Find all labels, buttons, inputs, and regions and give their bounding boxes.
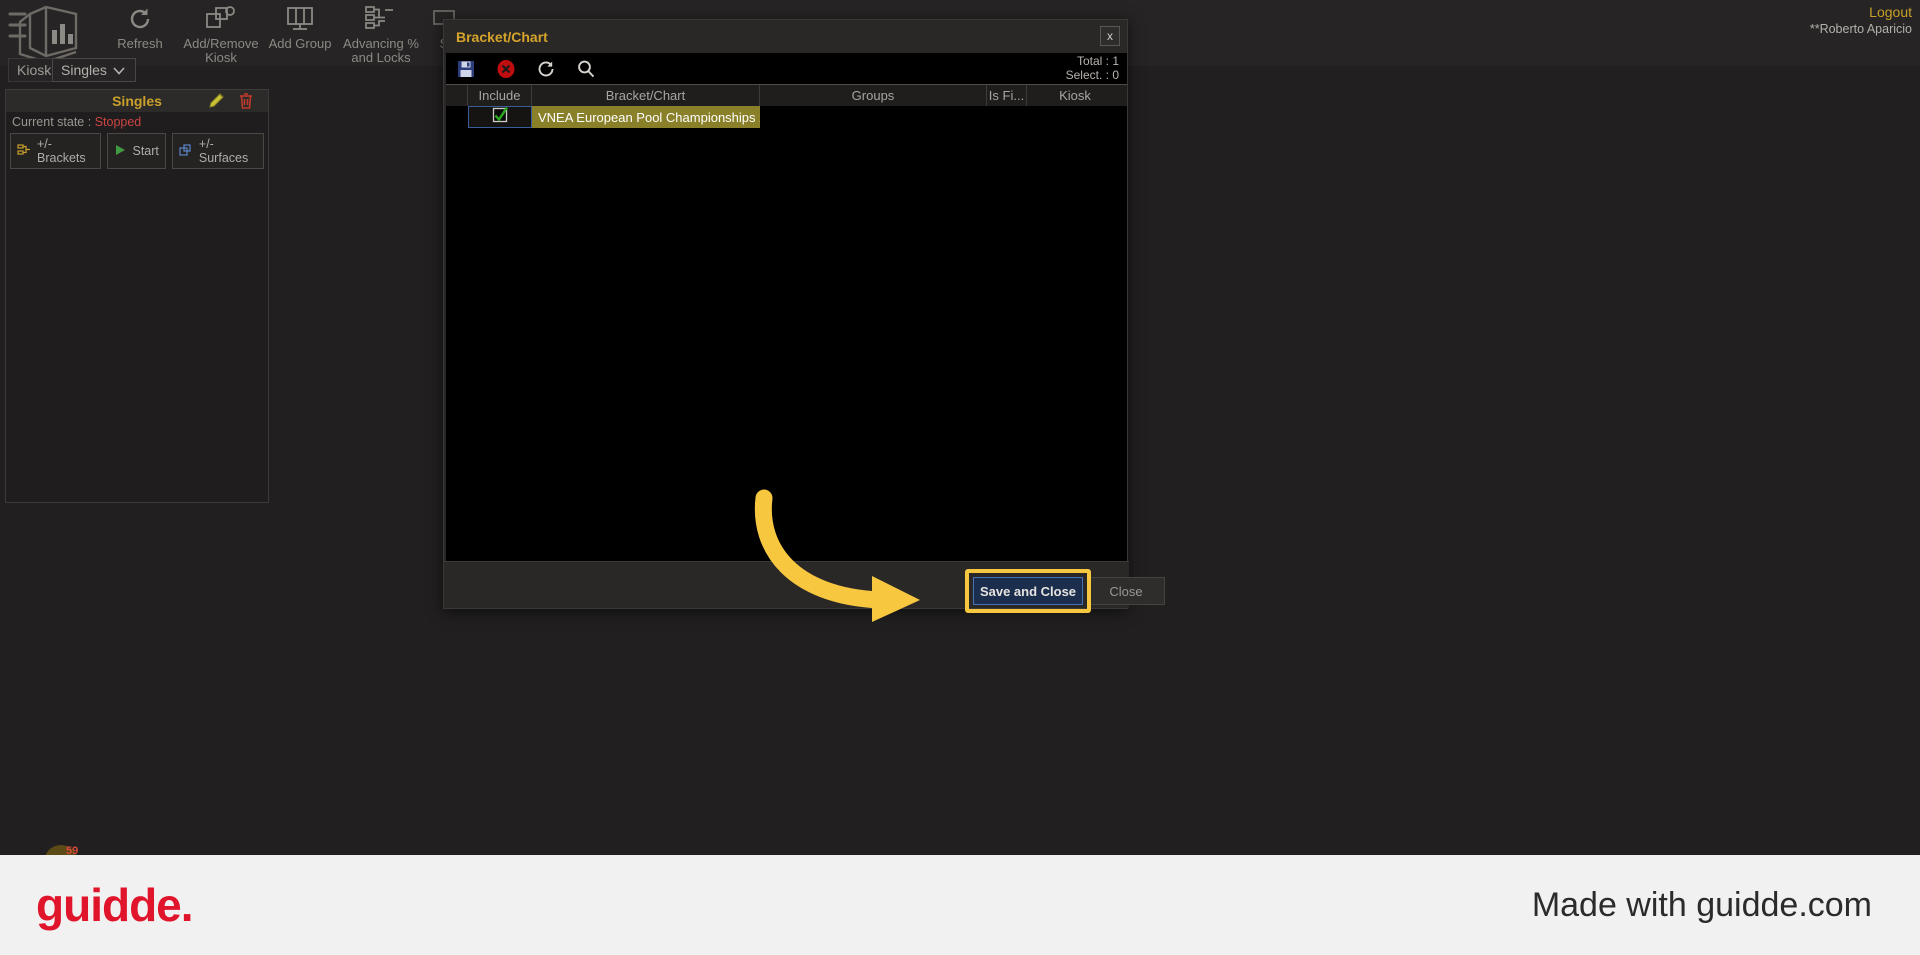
surfaces-icon bbox=[179, 143, 193, 159]
play-icon bbox=[114, 144, 126, 159]
ribbon-label-advancing-locks: Advancing % and Locks bbox=[343, 36, 419, 65]
made-with-guidde-text: Made with guidde.com bbox=[1531, 885, 1872, 924]
singles-state-line: Current state : Stopped bbox=[6, 112, 268, 133]
singles-panel: Singles Current state : Stopped +/- Brac… bbox=[5, 89, 269, 503]
ribbon-button-refresh[interactable]: Refresh bbox=[105, 2, 175, 64]
dialog-counts: Total : 1 Select. : 0 bbox=[1066, 54, 1119, 82]
kiosk-cell[interactable] bbox=[1027, 106, 1123, 128]
search-icon[interactable] bbox=[566, 53, 606, 84]
current-user-name: **Roberto Aparicio bbox=[1809, 22, 1912, 36]
delete-icon[interactable] bbox=[486, 53, 526, 84]
total-count: Total : 1 bbox=[1076, 54, 1119, 68]
grid-header-include[interactable]: Include bbox=[468, 85, 532, 106]
dialog-title: Bracket/Chart bbox=[456, 28, 548, 45]
app-logo-icon bbox=[8, 2, 88, 64]
dialog-toolbar bbox=[446, 53, 1127, 84]
pencil-icon[interactable] bbox=[206, 92, 228, 110]
grid-header-rownum[interactable] bbox=[446, 85, 468, 106]
chevron-down-icon bbox=[113, 62, 125, 78]
start-button[interactable]: Start bbox=[107, 133, 166, 169]
grid-body: VNEA European Pool Championships 2023 bbox=[446, 106, 1127, 128]
guidde-logo: guidde. bbox=[36, 879, 194, 931]
grid-header-bracket[interactable]: Bracket/Chart bbox=[532, 85, 760, 106]
save-and-close-highlight bbox=[965, 569, 1091, 613]
surfaces-button[interactable]: +/- Surfaces bbox=[171, 133, 264, 169]
kiosk-dropdown-value: Singles bbox=[61, 62, 107, 78]
grid-header-row: Include Bracket/Chart Groups Is Fi... Ki… bbox=[446, 85, 1127, 106]
ribbon-button-advancing-locks[interactable]: Advancing % and Locks bbox=[338, 2, 424, 65]
brackets-button-label: +/- Brackets bbox=[37, 137, 86, 165]
logout-link[interactable]: Logout bbox=[1810, 4, 1912, 20]
start-button-label: Start bbox=[132, 144, 159, 158]
guidde-footer: guidde. Made with guidde.com bbox=[0, 855, 1920, 955]
surfaces-button-label: +/- Surfaces bbox=[198, 137, 249, 165]
brackets-button[interactable]: +/- Brackets bbox=[10, 133, 102, 169]
add-remove-kiosk-icon bbox=[180, 4, 262, 34]
bracket-chart-cell[interactable]: VNEA European Pool Championships 2023 bbox=[532, 106, 760, 128]
is-final-cell[interactable] bbox=[987, 106, 1027, 128]
ribbon-label-add-remove-kiosk: Add/Remove Kiosk bbox=[183, 36, 259, 65]
selected-count: Select. : 0 bbox=[1065, 68, 1119, 82]
advancing-locks-icon bbox=[338, 4, 424, 34]
refresh-icon bbox=[105, 4, 175, 34]
table-row[interactable]: VNEA European Pool Championships 2023 bbox=[446, 106, 1127, 128]
save-icon[interactable] bbox=[446, 53, 486, 84]
logout-area: Logout **Roberto Aparicio bbox=[1810, 4, 1912, 36]
singles-state-label: Current state : bbox=[12, 115, 92, 129]
singles-panel-header: Singles bbox=[6, 90, 268, 112]
grid-header-groups[interactable]: Groups bbox=[760, 85, 987, 106]
close-icon[interactable]: x bbox=[1100, 26, 1120, 46]
brackets-icon bbox=[17, 143, 31, 159]
row-number-cell bbox=[446, 106, 468, 128]
grid-header-kiosk[interactable]: Kiosk bbox=[1027, 85, 1123, 106]
ribbon-label-add-group: Add Group bbox=[268, 36, 332, 51]
trash-icon[interactable] bbox=[236, 92, 258, 110]
singles-state-value: Stopped bbox=[94, 115, 142, 129]
add-group-icon bbox=[262, 4, 338, 34]
ribbon-button-add-remove-kiosk[interactable]: Add/Remove Kiosk bbox=[180, 2, 262, 65]
refresh-icon[interactable] bbox=[526, 53, 566, 84]
checkbox-checked-icon[interactable] bbox=[492, 107, 509, 127]
singles-action-buttons: +/- Brackets Start +/- Surfaces bbox=[6, 133, 268, 169]
kiosk-dropdown[interactable]: Singles bbox=[52, 58, 136, 82]
dialog-titlebar: Bracket/Chart x bbox=[444, 20, 1127, 53]
ribbon-label-refresh: Refresh bbox=[117, 36, 163, 51]
ribbon-button-add-group[interactable]: Add Group bbox=[262, 2, 338, 64]
include-checkbox-cell[interactable] bbox=[468, 106, 532, 128]
grid-header-is-final[interactable]: Is Fi... bbox=[987, 85, 1027, 106]
close-button[interactable]: Close bbox=[1087, 577, 1165, 605]
groups-cell[interactable] bbox=[760, 106, 987, 128]
bracket-chart-grid: Include Bracket/Chart Groups Is Fi... Ki… bbox=[446, 84, 1127, 573]
bracket-chart-dialog: Bracket/Chart x Total: 1 Select.: 0 In… bbox=[443, 19, 1165, 613]
singles-panel-title: Singles bbox=[112, 93, 162, 109]
